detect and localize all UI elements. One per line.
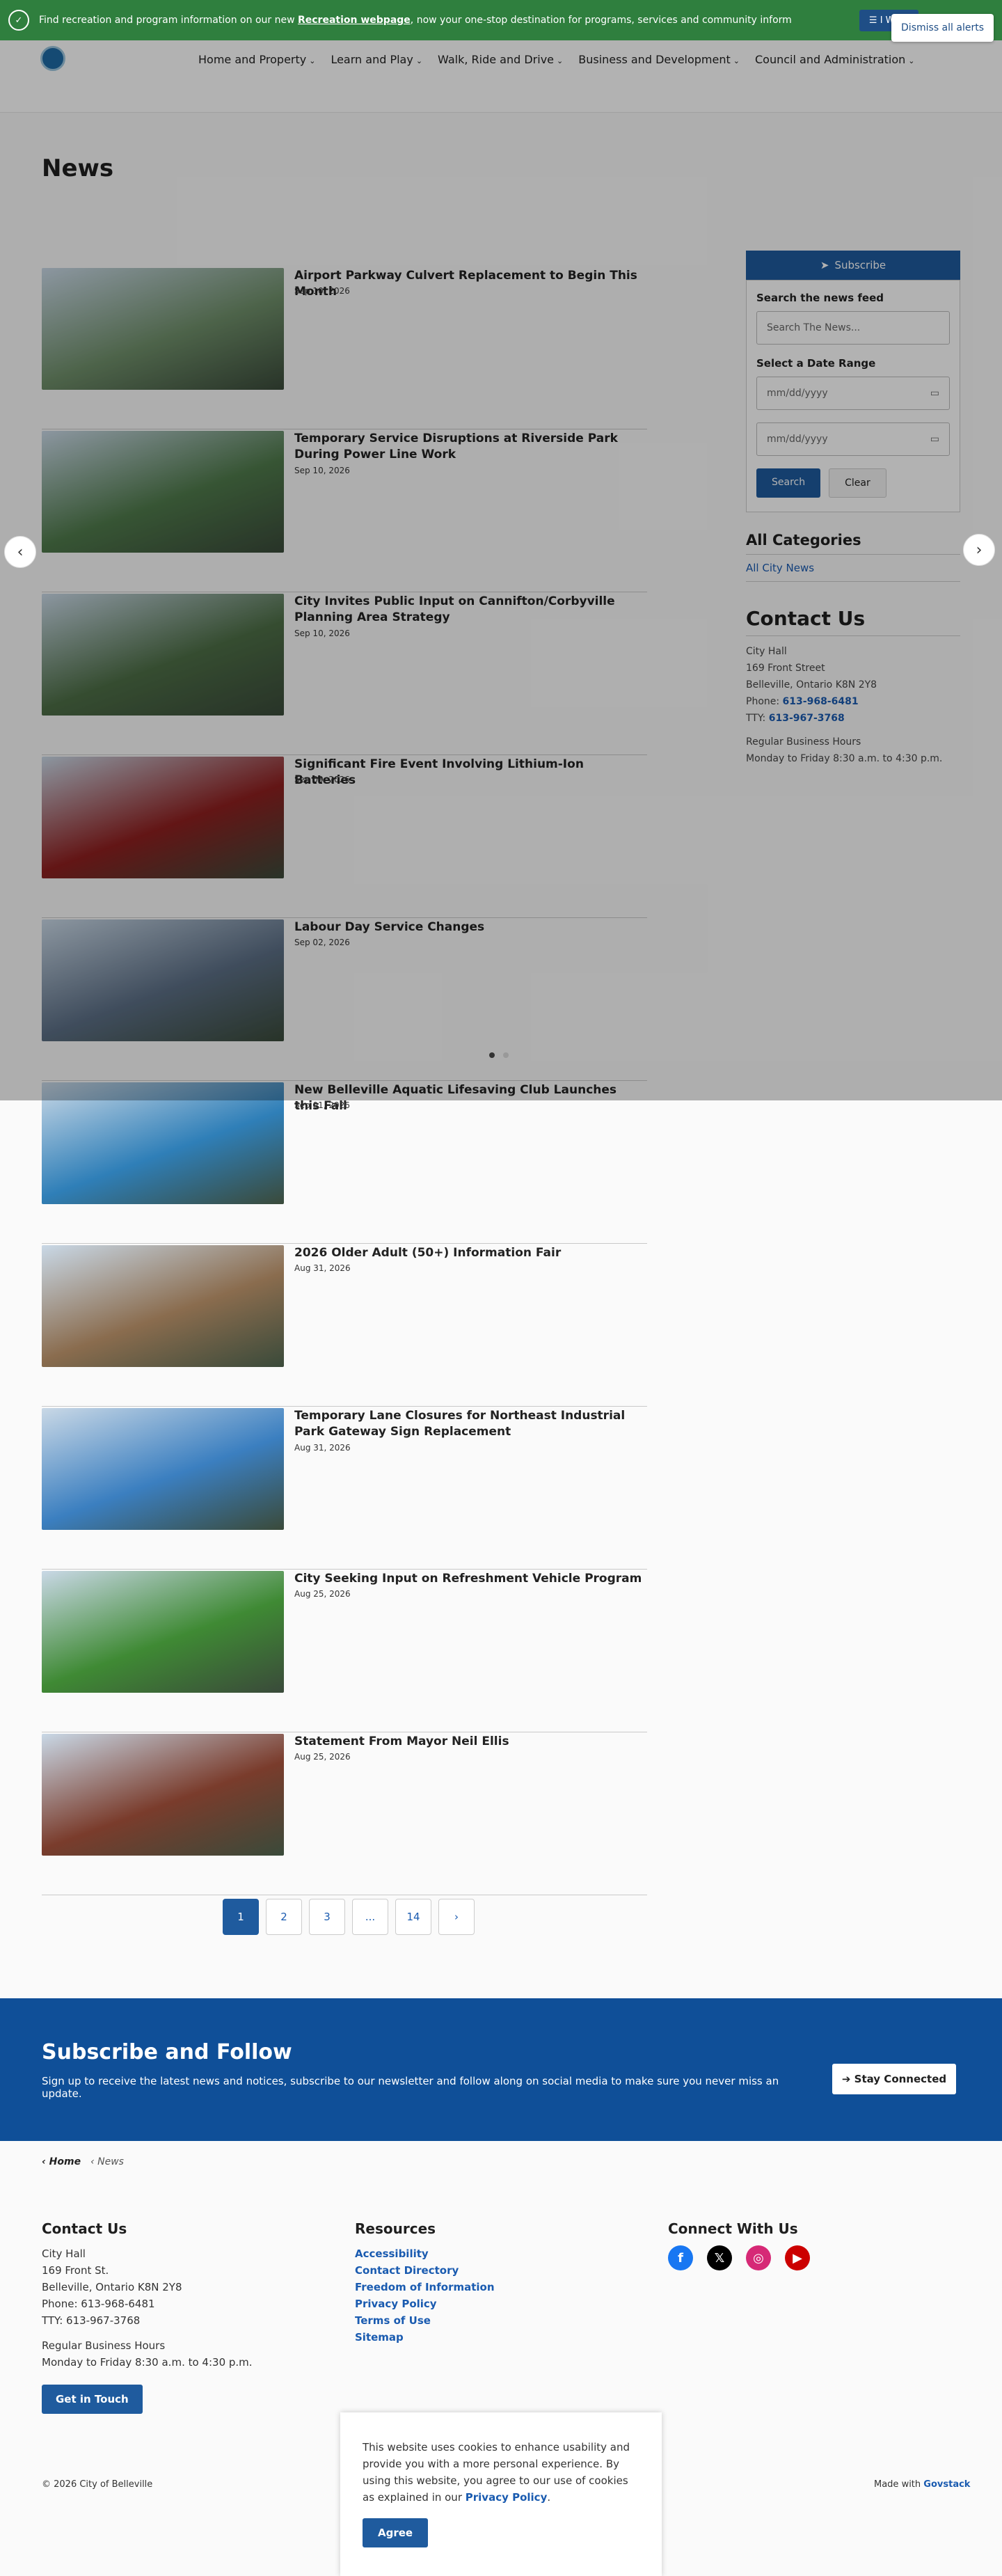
news-date: Aug 31, 2026 [294, 1263, 351, 1273]
made-with-label: Made with [874, 2479, 921, 2490]
footer-hours: Monday to Friday 8:30 a.m. to 4:30 p.m. [42, 2356, 253, 2369]
footer-contact-line: Phone: 613-968-6481 [42, 2298, 155, 2310]
follow-text: Sign up to receive the latest news and n… [42, 2075, 779, 2100]
footer-resources-heading: Resources [355, 2220, 436, 2237]
page-ellipsis: ... [352, 1899, 388, 1935]
cookie-privacy-link[interactable]: Privacy Policy [466, 2491, 548, 2504]
footer-link-contact-directory[interactable]: Contact Directory [355, 2262, 495, 2279]
stay-connected-label: Stay Connected [854, 2073, 947, 2085]
footer-link-privacy[interactable]: Privacy Policy [355, 2296, 495, 2312]
breadcrumb-current: ‹ News [90, 2156, 124, 2167]
instagram-icon[interactable]: ◎ [746, 2245, 771, 2270]
footer-contact-line: TTY: 613-967-3768 [42, 2314, 141, 2327]
footer-contact-line: 169 Front St. [42, 2264, 109, 2277]
news-thumbnail[interactable] [42, 1245, 284, 1367]
carousel-dots [489, 1052, 509, 1058]
page-1-button[interactable]: 1 [223, 1899, 259, 1935]
breadcrumb: ‹ Home ‹ News [42, 2156, 124, 2167]
news-title[interactable]: City Seeking Input on Refreshment Vehicl… [294, 1571, 642, 1587]
x-twitter-icon[interactable]: 𝕏 [707, 2245, 732, 2270]
alert-text: Find recreation and program information … [39, 15, 792, 26]
stay-connected-button[interactable]: ➔ Stay Connected [832, 2064, 956, 2094]
page-2-button[interactable]: 2 [266, 1899, 302, 1935]
facebook-icon[interactable]: f [668, 2245, 693, 2270]
alert-icon: ✓ [8, 10, 29, 31]
news-item[interactable]: City Seeking Input on Refreshment Vehicl… [42, 1570, 647, 1732]
recreation-webpage-link[interactable]: Recreation webpage [298, 15, 411, 26]
news-date: Aug 25, 2026 [294, 1752, 351, 1762]
alert-bar: ✓ Find recreation and program informatio… [0, 0, 1002, 42]
get-in-touch-button[interactable]: Get in Touch [42, 2385, 143, 2414]
carousel-dot[interactable] [489, 1052, 495, 1058]
news-item[interactable]: 2026 Older Adult (50+) Information Fair A… [42, 1244, 647, 1407]
cookie-text: This website uses cookies to enhance usa… [363, 2441, 630, 2504]
subscribe-follow-band: Subscribe and Follow Sign up to receive … [0, 1998, 1002, 2141]
news-item[interactable]: Temporary Lane Closures for Northeast In… [42, 1407, 647, 1570]
footer-link-accessibility[interactable]: Accessibility [355, 2245, 495, 2262]
chevron-right-icon: › [976, 541, 983, 559]
news-date: Aug 31, 2026 [294, 1443, 351, 1453]
breadcrumb-current-label: News [97, 2156, 124, 2167]
cookie-banner: This website uses cookies to enhance usa… [340, 2412, 662, 2576]
page-3-button[interactable]: 3 [309, 1899, 345, 1935]
chevron-right-icon: › [454, 1911, 459, 1923]
chevron-left-icon: ‹ [17, 543, 24, 561]
news-title[interactable]: 2026 Older Adult (50+) Information Fair [294, 1245, 642, 1261]
made-with: Made with Govstack [874, 2479, 970, 2490]
next-page-button[interactable]: › [438, 1899, 475, 1935]
news-date: Sep 01, 2026 [294, 1100, 350, 1110]
news-title[interactable]: Statement From Mayor Neil Ellis [294, 1734, 642, 1750]
footer-connect: Connect With Us f 𝕏 ◎ ▶ [668, 2220, 810, 2270]
carousel-dot[interactable] [503, 1052, 509, 1058]
copyright: © 2026 City of Belleville [42, 2479, 153, 2490]
news-thumbnail[interactable] [42, 1082, 284, 1204]
news-item[interactable]: New Belleville Aquatic Lifesaving Club L… [42, 1081, 647, 1244]
footer-contact-line: Belleville, Ontario K8N 2Y8 [42, 2281, 182, 2293]
carousel-next-button[interactable]: › [963, 534, 995, 566]
footer-link-foi[interactable]: Freedom of Information [355, 2279, 495, 2296]
footer-hours-label: Regular Business Hours [42, 2339, 166, 2352]
news-date: Aug 25, 2026 [294, 1589, 351, 1599]
news-thumbnail[interactable] [42, 1734, 284, 1856]
modal-overlay [0, 0, 1002, 1100]
cookie-agree-button[interactable]: Agree [363, 2518, 429, 2547]
breadcrumb-home[interactable]: ‹ Home [42, 2156, 81, 2167]
page-14-button[interactable]: 14 [395, 1899, 431, 1935]
footer-link-sitemap[interactable]: Sitemap [355, 2329, 495, 2346]
news-title[interactable]: Temporary Lane Closures for Northeast In… [294, 1408, 642, 1440]
footer-link-terms[interactable]: Terms of Use [355, 2312, 495, 2329]
alert-text-prefix: Find recreation and program information … [39, 15, 298, 26]
footer-resources: Resources Accessibility Contact Director… [355, 2220, 495, 2346]
news-item[interactable]: Statement From Mayor Neil Ellis Aug 25, 2… [42, 1732, 647, 1895]
govstack-link[interactable]: Govstack [923, 2479, 970, 2490]
youtube-icon[interactable]: ▶ [785, 2245, 810, 2270]
follow-heading: Subscribe and Follow [42, 2040, 292, 2064]
carousel-prev-button[interactable]: ‹ [4, 536, 36, 568]
dismiss-alerts-button[interactable]: Dismiss all alerts [891, 14, 994, 42]
breadcrumb-home-label: Home [49, 2156, 81, 2167]
footer-connect-heading: Connect With Us [668, 2220, 798, 2237]
arrow-right-icon: ➔ [841, 2073, 854, 2085]
footer-contact-heading: Contact Us [42, 2220, 127, 2237]
news-thumbnail[interactable] [42, 1571, 284, 1693]
news-thumbnail[interactable] [42, 1408, 284, 1530]
alert-text-suffix: , now your one-stop destination for prog… [410, 15, 792, 26]
footer-contact: Contact Us City Hall 169 Front St. Belle… [42, 2220, 253, 2414]
pagination: 1 2 3 ... 14 › [223, 1899, 475, 1935]
footer-contact-line: City Hall [42, 2247, 86, 2260]
